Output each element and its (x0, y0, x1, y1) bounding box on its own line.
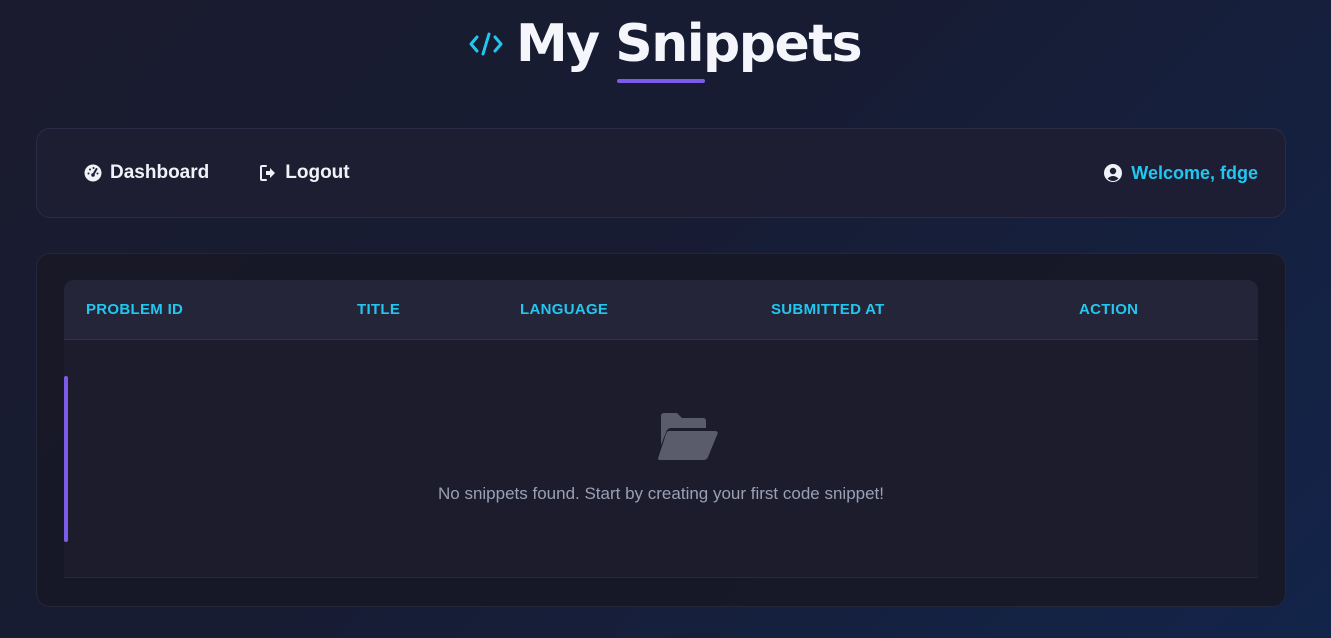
user-circle-icon (1104, 164, 1123, 182)
top-navbar: Dashboard Logout Welcome, fdge (36, 128, 1286, 218)
column-header-action: ACTION (1079, 301, 1139, 318)
page-title: My Snippets (516, 14, 863, 74)
dashboard-gauge-icon (84, 164, 102, 182)
table-header: PROBLEM ID TITLE LANGUAGE SUBMITTED AT A… (64, 280, 1258, 340)
dashboard-label: Dashboard (110, 162, 210, 183)
logout-icon (259, 164, 277, 182)
logout-label: Logout (285, 162, 350, 183)
folder-open-icon (657, 412, 719, 462)
column-header-language: LANGUAGE (520, 301, 609, 318)
column-header-title: TITLE (357, 301, 401, 318)
snippets-panel: PROBLEM ID TITLE LANGUAGE SUBMITTED AT A… (36, 253, 1286, 607)
table-body: No snippets found. Start by creating you… (64, 340, 1258, 578)
welcome-text: Welcome, fdge (1131, 162, 1258, 183)
title-underline (617, 79, 705, 83)
nav-links: Dashboard Logout (84, 162, 350, 184)
empty-state-message: No snippets found. Start by creating you… (437, 484, 885, 503)
dashboard-link[interactable]: Dashboard (84, 162, 209, 184)
welcome-user: Welcome, fdge (1104, 163, 1258, 184)
page-header: My Snippets (0, 0, 1331, 100)
column-header-submitted-at: SUBMITTED AT (771, 301, 885, 318)
column-header-problem-id: PROBLEM ID (86, 301, 184, 318)
logout-link[interactable]: Logout (259, 162, 350, 184)
accent-bar (64, 376, 68, 542)
title-group: My Snippets (468, 12, 863, 76)
code-icon (468, 26, 504, 62)
